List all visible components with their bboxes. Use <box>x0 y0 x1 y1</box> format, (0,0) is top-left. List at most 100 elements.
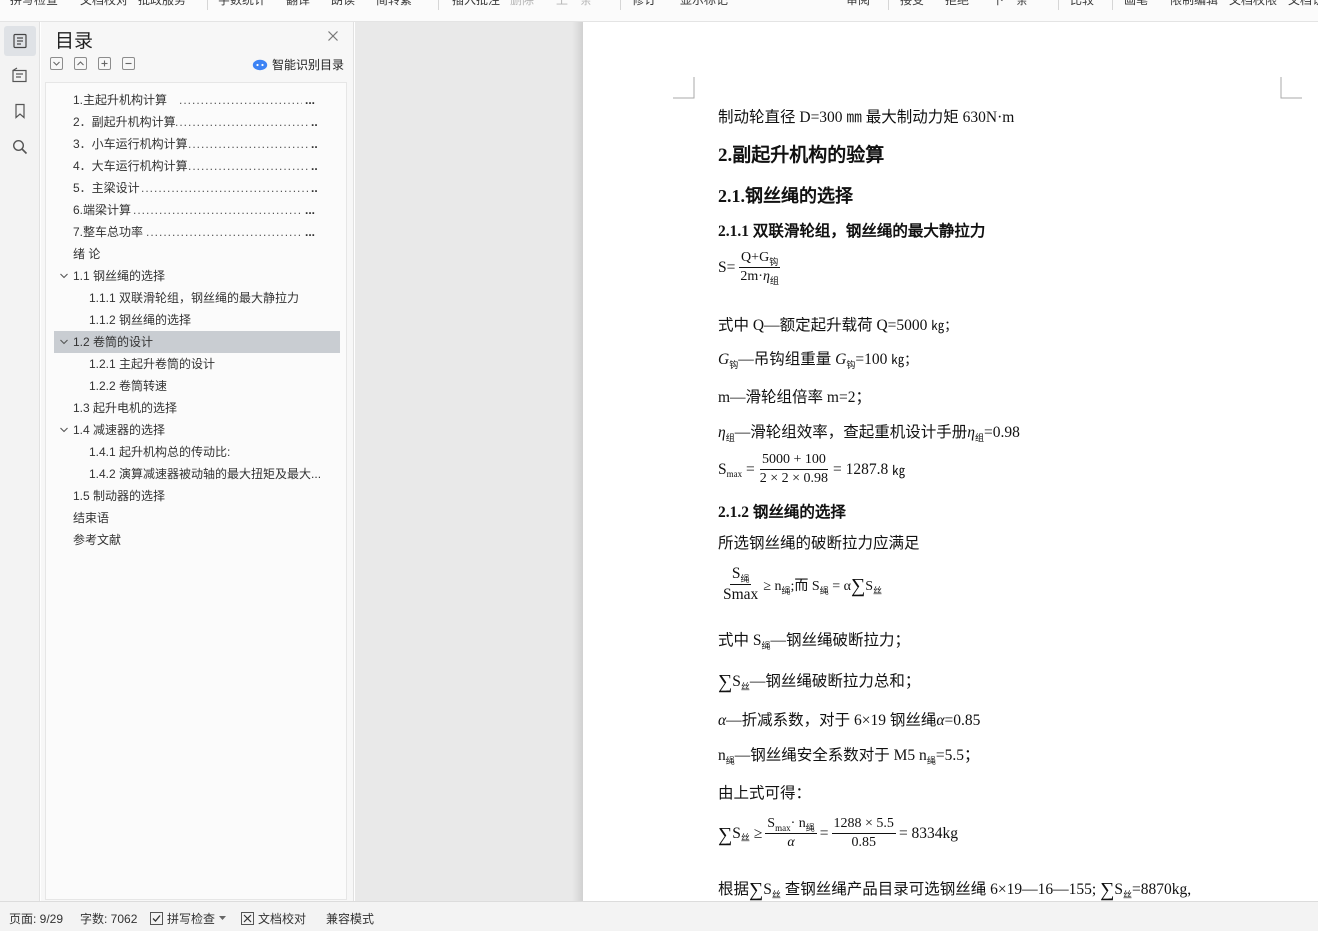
toc-item-label: 1.2.2 卷筒转速 <box>89 379 168 393</box>
word-count-button[interactable]: 字数统计 <box>218 0 266 8</box>
doc-paragraph: 式中 S绳—钢丝绳破断拉力； <box>718 632 911 651</box>
spell-check-toggle[interactable]: 拼写检查 <box>150 910 227 927</box>
subsection-heading: 2.1.钢丝绳的选择 <box>718 186 853 206</box>
compare-button[interactable]: 比较 <box>1070 0 1094 8</box>
doc-proof-toggle[interactable]: 文档校对 <box>241 910 306 927</box>
formula-sum-force: ∑ S 丝 ≥ Smax· n绳 α = 1288 × 5.5 0.85 = 8334k… <box>718 816 959 850</box>
bookmark-icon <box>15 103 25 119</box>
toc-item-label: 1.4.1 起升机构总的传动比: <box>89 445 231 459</box>
toc-item-label: 1.2 卷筒的设计 <box>73 335 154 349</box>
document-page[interactable]: 制动轮直径 D=300 ㎜ 最大制动力矩 630N·m 2.副起升机构的验算 2… <box>583 22 1318 901</box>
bookmark-nav-button[interactable] <box>4 96 36 126</box>
add-heading-button[interactable] <box>98 57 111 70</box>
expand-all-button[interactable] <box>50 57 63 70</box>
toc-item[interactable]: 1.1.1 双联滑轮组，钢丝绳的最大静拉力 <box>54 287 340 309</box>
doc-proof-label: 文档校对 <box>258 912 307 926</box>
doc-paragraph: m—滑轮组倍率 m=2； <box>718 389 871 406</box>
smart-toc-button[interactable]: 智能识别目录 <box>252 56 344 73</box>
toc-item[interactable]: 1.4 减速器的选择 <box>54 419 340 441</box>
remove-heading-button[interactable] <box>122 57 135 70</box>
toc-item-label: 1.主起升机构计算 <box>73 93 168 107</box>
toc-item-label: 1.1 钢丝绳的选择 <box>73 269 166 283</box>
toc-item-selected[interactable]: 1.2 卷筒的设计 <box>54 331 340 353</box>
toc-item[interactable]: 结束语 <box>54 507 340 529</box>
simp-to-trad-button[interactable]: 简转繁 <box>376 0 412 8</box>
chevron-down-icon[interactable] <box>59 271 69 281</box>
read-aloud-button[interactable]: 朗读 <box>331 0 355 8</box>
toc-list: 1.主起升机构计算...............................… <box>45 82 347 900</box>
translate-button[interactable]: 翻译 <box>286 0 310 8</box>
toc-item[interactable]: 7.整车总功率.................................… <box>54 221 340 243</box>
toc-item[interactable]: 1.4.1 起升机构总的传动比: <box>54 441 340 463</box>
toc-item[interactable]: 2．副起升机构计算...............................… <box>54 111 340 133</box>
chevron-down-icon[interactable] <box>59 337 69 347</box>
toc-item[interactable]: 4．大车运行机构计算..............................… <box>54 155 340 177</box>
doc-paragraph: 所选钢丝绳的破断拉力应满足 <box>718 535 920 552</box>
doc-paragraph: n绳—钢丝绳安全系数对于 M5 n绳=5.5； <box>718 747 980 766</box>
delete-comment-button[interactable]: 删除 <box>510 0 534 8</box>
toc-item[interactable]: 1.1.2 钢丝绳的选择 <box>54 309 340 331</box>
toc-item[interactable]: 参考文献 <box>54 529 340 551</box>
close-panel-button[interactable] <box>325 28 341 44</box>
restrict-editing-button[interactable]: 限制编辑 <box>1170 0 1218 8</box>
pen-button[interactable]: 画笔 <box>1124 0 1148 8</box>
toc-item-label: 1.3 起升电机的选择 <box>73 401 178 415</box>
page-indicator[interactable]: 页面: 9/29 <box>9 910 63 927</box>
toc-item[interactable]: 3．小车运行机构计算..............................… <box>54 133 340 155</box>
chapter-nav-button[interactable] <box>4 60 36 90</box>
toc-icon <box>13 33 27 49</box>
toc-item[interactable]: 5．主梁设计..................................… <box>54 177 340 199</box>
edit-service-button[interactable]: 批政服务 <box>138 0 186 8</box>
doc-paragraph: ∑S丝—钢丝绳破断拉力总和； <box>718 671 921 693</box>
review-pane-button[interactable]: 审阅 <box>846 0 870 8</box>
toc-item[interactable]: 1.主起升机构计算...............................… <box>54 89 340 111</box>
toc-panel: 目录 智能识别目录 1.主起升机构计算.....................… <box>41 22 354 901</box>
reject-button[interactable]: 拒绝 <box>945 0 969 8</box>
toc-item[interactable]: 1.4.2 演算减速器被动轴的最大扭矩及最大... <box>54 463 340 485</box>
toc-item[interactable]: 1.2.2 卷筒转速 <box>54 375 340 397</box>
toc-item[interactable]: 1.2.1 主起升卷筒的设计 <box>54 353 340 375</box>
prev-comment-button[interactable]: 上一条 <box>556 0 592 8</box>
checkbox-check-icon <box>150 912 163 925</box>
toc-item[interactable]: 绪 论 <box>54 243 340 265</box>
minus-icon <box>125 62 132 65</box>
search-nav-button[interactable] <box>4 132 36 162</box>
navigation-rail <box>0 22 40 901</box>
toc-item-label: 5．主梁设计 <box>73 181 140 195</box>
page-shadow <box>572 22 583 901</box>
toc-nav-button[interactable] <box>4 26 36 56</box>
toc-item[interactable]: 1.3 起升电机的选择 <box>54 397 340 419</box>
spell-check-button[interactable]: 拼写检查 <box>10 0 58 8</box>
doc-proof-button[interactable]: 文档校对 <box>80 0 128 8</box>
toc-item[interactable]: 1.5 制动器的选择 <box>54 485 340 507</box>
chevron-down-icon[interactable] <box>59 425 69 435</box>
doc-paragraph: α—折减系数，对于 6×19 钢丝绳α=0.85 <box>718 712 981 729</box>
accept-button[interactable]: 接受 <box>900 0 924 8</box>
doc-paragraph: η组—滑轮组效率，查起重机设计手册η组=0.98 <box>718 424 1020 443</box>
collapse-all-button[interactable] <box>74 57 87 70</box>
doc-cert-button[interactable]: 文档认证 <box>1288 0 1318 8</box>
chevron-up-icon <box>77 61 84 66</box>
chevron-down-icon <box>53 61 60 66</box>
toc-item[interactable]: 6.端梁计算..................................… <box>54 199 340 221</box>
doc-paragraph: 式中 Q—额定起升载荷 Q=5000 ㎏； <box>718 317 958 334</box>
doc-paragraph: 制动轮直径 D=300 ㎜ 最大制动力矩 630N·m <box>718 109 1015 126</box>
next-change-button[interactable]: 下一条 <box>992 0 1028 8</box>
toc-item-label: 7.整车总功率 <box>73 225 144 239</box>
subsubsection-heading: 2.1.2 钢丝绳的选择 <box>718 504 846 521</box>
dropdown-arrow-icon[interactable] <box>219 916 227 921</box>
show-markup-button[interactable]: 显示标记 <box>680 0 728 8</box>
review-toolbar: 拼写检查 文档校对 批政服务 字数统计 翻译 朗读 简转繁 插入批注 删除 上一… <box>0 0 1318 22</box>
section-heading: 2.副起升机构的验算 <box>718 145 885 166</box>
track-changes-button[interactable]: 修订 <box>632 0 656 8</box>
doc-paragraph: 由上式可得： <box>718 785 812 802</box>
formula-break-force: S绳 Smax ≥ n绳;而 S绳 = α∑S丝 <box>723 565 883 603</box>
doc-permission-button[interactable]: 文档权限 <box>1229 0 1277 8</box>
insert-comment-button[interactable]: 插入批注 <box>452 0 500 8</box>
smart-toc-label: 智能识别目录 <box>272 58 345 72</box>
toc-item-label: 1.1.2 钢丝绳的选择 <box>89 313 192 327</box>
toc-item-label: 2．副起升机构计算 <box>73 115 176 129</box>
toc-item-label: 3．小车运行机构计算 <box>73 137 188 151</box>
word-count[interactable]: 字数: 7062 <box>80 910 137 927</box>
toc-item[interactable]: 1.1 钢丝绳的选择 <box>54 265 340 287</box>
